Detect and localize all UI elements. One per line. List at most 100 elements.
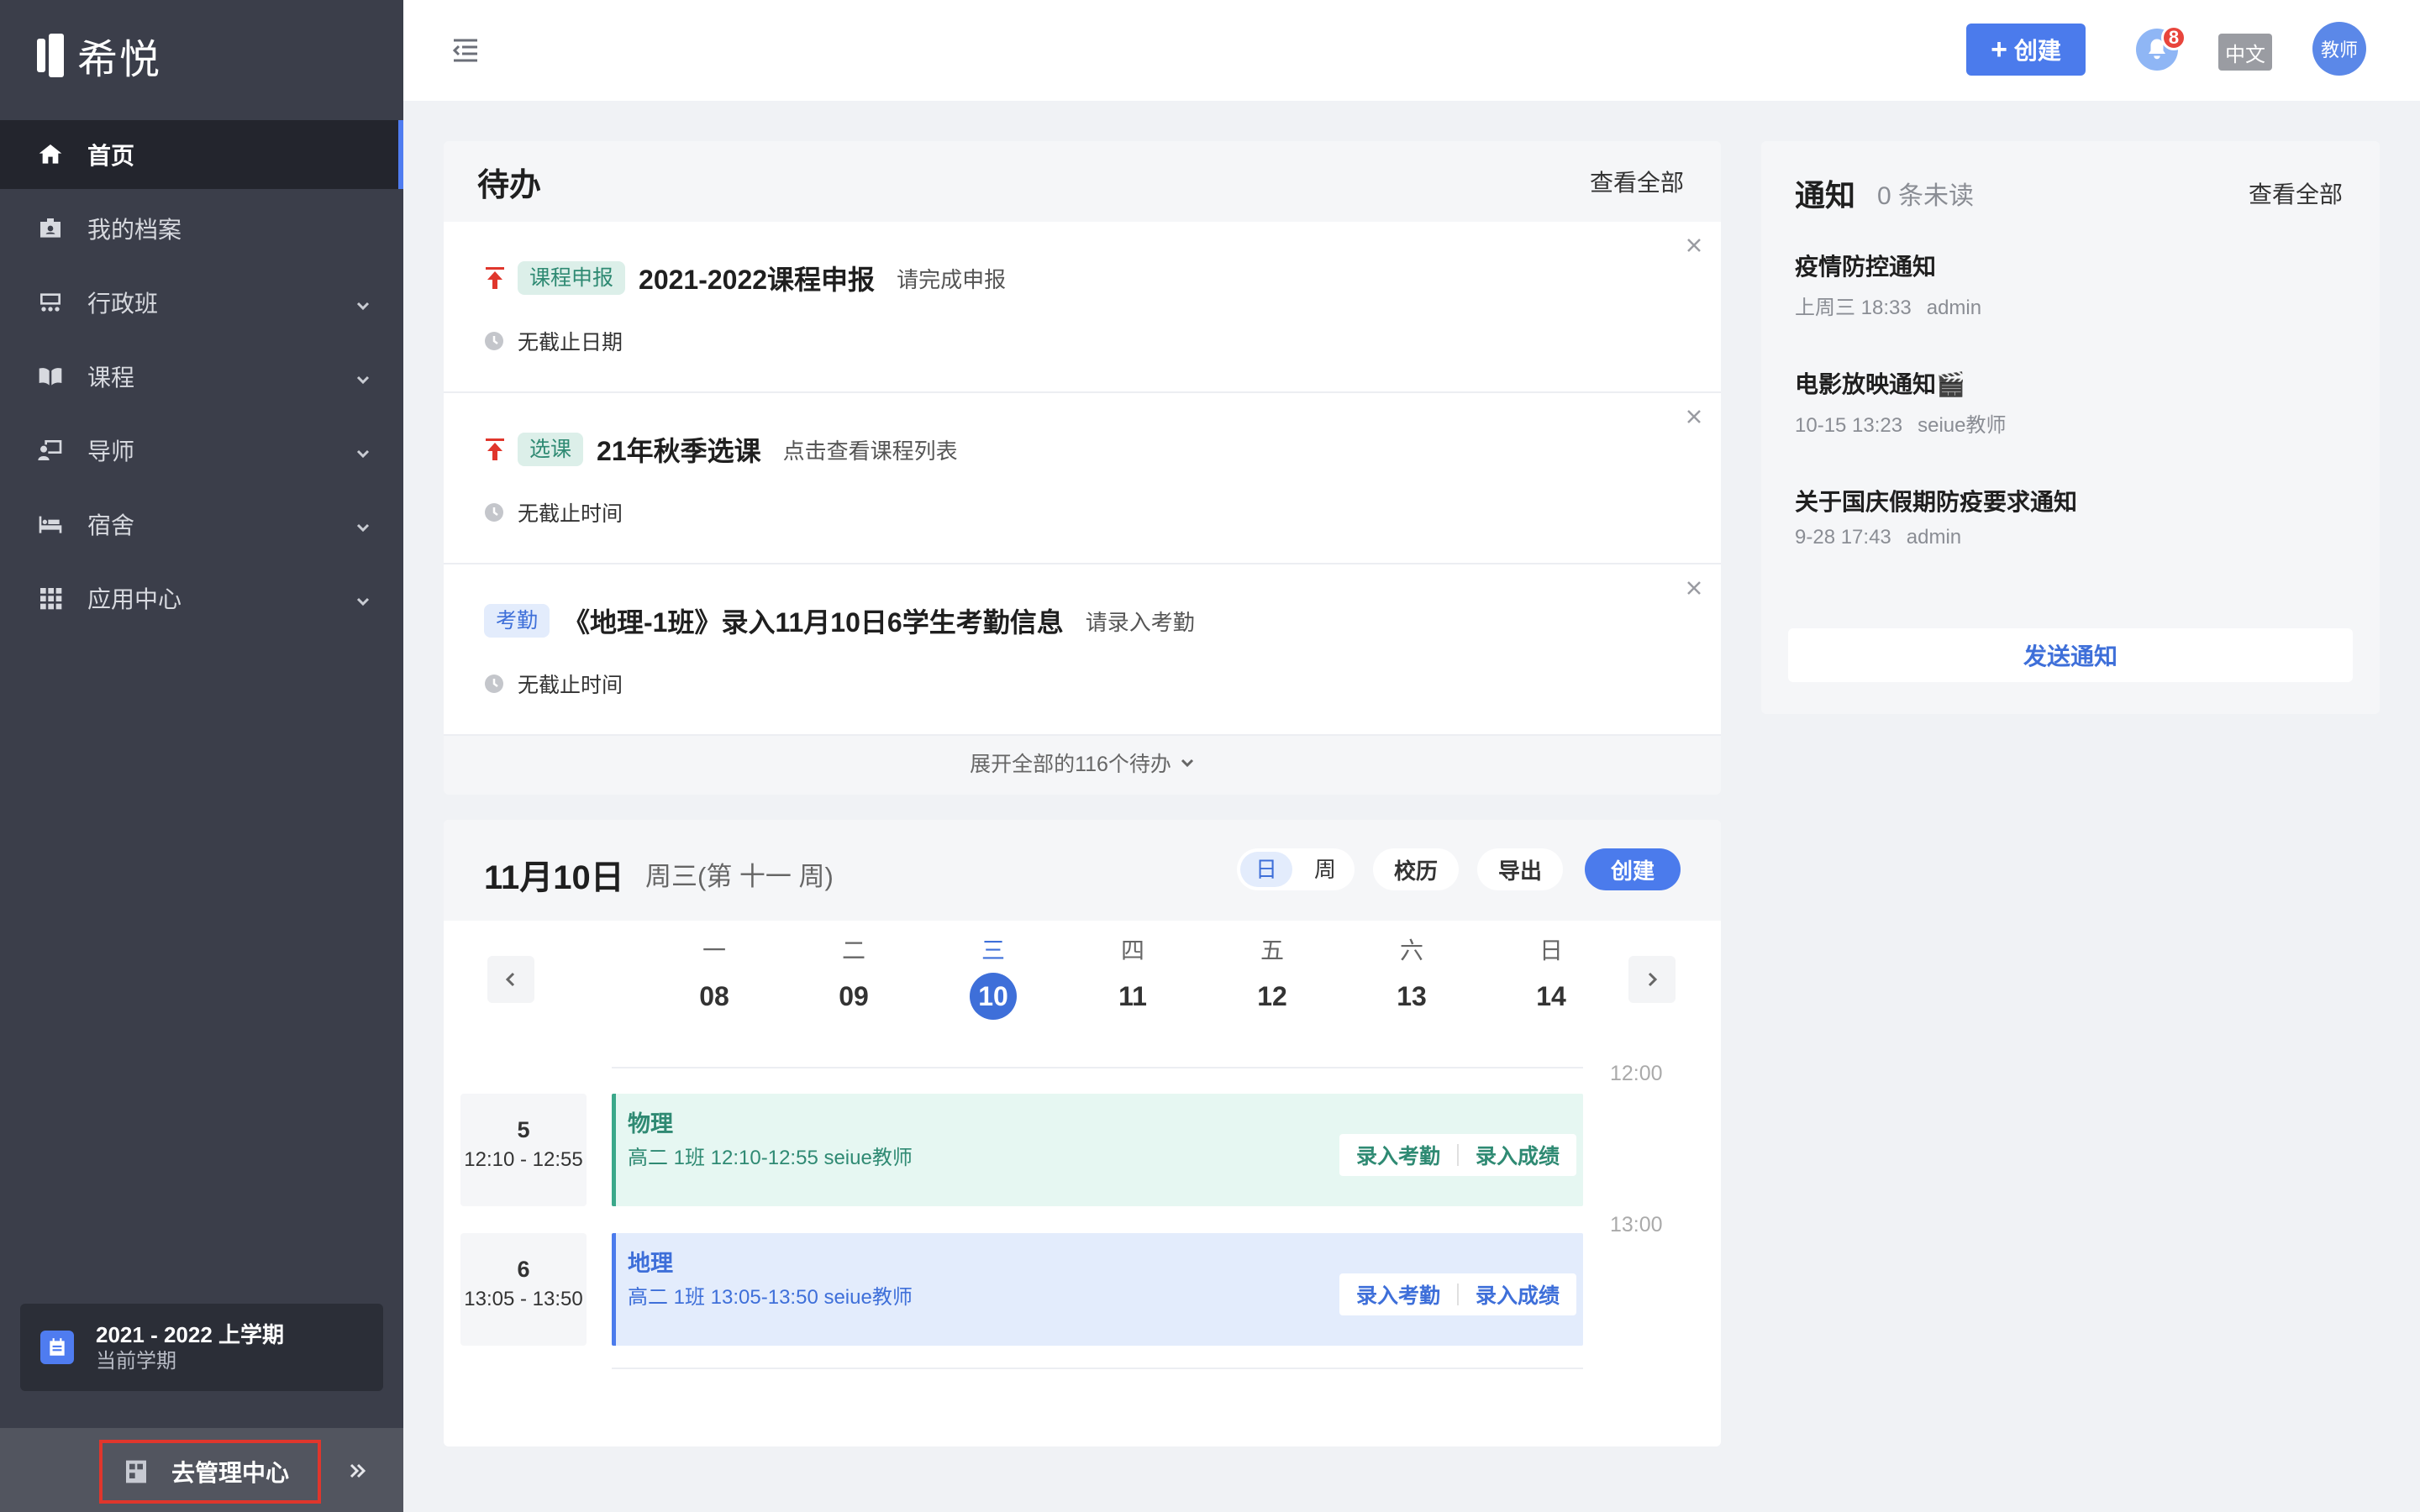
todo-item-title[interactable]: 《地理-1班》录入11月10日6学生考勤信息	[563, 601, 1064, 640]
sidebar-item-label: 应用中心	[87, 586, 182, 612]
menu-fold-icon[interactable]	[450, 35, 481, 66]
user-avatar[interactable]: 教师	[2312, 22, 2366, 76]
day-column-today[interactable]: 三 10	[960, 921, 1027, 1020]
mentor-icon	[37, 437, 64, 464]
notice-item-title[interactable]: 电影放映通知🎬	[1795, 363, 2380, 402]
prev-week-button[interactable]	[487, 956, 534, 1003]
send-notice-button[interactable]: 发送通知	[1788, 628, 2353, 682]
record-attendance-button[interactable]: 录入考勤	[1356, 1140, 1440, 1170]
day-of-week: 六	[1399, 937, 1423, 963]
chevron-down-icon[interactable]	[355, 441, 371, 459]
day-column[interactable]: 一 08	[681, 921, 748, 1020]
high-priority-icon	[484, 437, 506, 462]
record-grades-button[interactable]: 录入成绩	[1476, 1279, 1560, 1310]
view-week-tab[interactable]: 周	[1299, 852, 1351, 887]
notice-item[interactable]: 关于国庆假期防疫要求通知 9-28 17:43 admin	[1761, 480, 2380, 598]
notice-time: 上周三 18:33	[1795, 297, 1912, 319]
lesson-block[interactable]: 物理 高二 1班 12:10-12:55 seiue教师 录入考勤 录入成绩	[612, 1094, 1583, 1206]
todo-item[interactable]: 考勤 《地理-1班》录入11月10日6学生考勤信息 请录入考勤 无截止时间	[444, 564, 1721, 736]
day-column[interactable]: 五 12	[1239, 921, 1306, 1020]
current-term-card[interactable]: 2021 - 2022 上学期 当前学期	[20, 1304, 383, 1391]
period-box: 6 13:05 - 13:50	[460, 1233, 587, 1346]
profile-icon	[37, 215, 64, 242]
chevron-down-icon[interactable]	[355, 367, 371, 385]
school-calendar-button[interactable]: 校历	[1373, 848, 1459, 890]
todo-view-all-link[interactable]: 查看全部	[1590, 165, 1684, 198]
double-chevron-right-icon[interactable]	[345, 1458, 370, 1483]
day-number: 12	[1257, 981, 1287, 1011]
todo-item-hint: 点击查看课程列表	[782, 438, 958, 464]
todo-item-hint: 请完成申报	[897, 266, 1007, 292]
sidebar-item-course[interactable]: 课程	[0, 342, 403, 411]
notice-author: seiue教师	[1918, 414, 2007, 437]
day-of-week: 三	[981, 937, 1005, 963]
sidebar-item-dorm[interactable]: 宿舍	[0, 490, 403, 559]
brand-logo-icon	[37, 34, 66, 77]
sidebar-item-home[interactable]: 首页	[0, 120, 403, 189]
language-switch[interactable]: 中文	[2218, 34, 2272, 71]
notice-item-title[interactable]: 关于国庆假期防疫要求通知	[1795, 480, 2380, 519]
todo-item[interactable]: 选课 21年秋季选课 点击查看课程列表 无截止时间	[444, 393, 1721, 564]
close-icon[interactable]	[1684, 578, 1704, 598]
chevron-down-icon[interactable]	[355, 515, 371, 533]
notice-item[interactable]: 疫情防控通知 上周三 18:33 admin	[1761, 245, 2380, 363]
period-time: 12:10 - 12:55	[464, 1148, 583, 1171]
todo-item-title[interactable]: 2021-2022课程申报	[639, 259, 875, 297]
view-day-tab[interactable]: 日	[1240, 852, 1292, 887]
calendar-header: 11月10日 周三(第 十一 周) 日 周 校历 导出 创建	[444, 820, 1721, 921]
go-admin-center-button[interactable]: 去管理中心	[99, 1440, 321, 1504]
lesson-block[interactable]: 地理 高二 1班 13:05-13:50 seiue教师 录入考勤 录入成绩	[612, 1233, 1583, 1346]
todo-due: 无截止时间	[518, 502, 623, 526]
lesson-actions: 录入考勤 录入成绩	[1339, 1134, 1576, 1176]
close-icon[interactable]	[1684, 235, 1704, 255]
close-icon[interactable]	[1684, 407, 1704, 427]
admin-bar: 去管理中心	[0, 1428, 403, 1512]
notice-time: 10-15 13:23	[1795, 414, 1903, 437]
day-of-week: 五	[1260, 937, 1284, 963]
record-attendance-button[interactable]: 录入考勤	[1356, 1279, 1440, 1310]
calendar-create-button[interactable]: 创建	[1585, 848, 1681, 890]
todo-card: 待办 查看全部 课程申报 2021-2022课程申报 请完成申报 无截止日期 选…	[444, 141, 1721, 795]
notice-item[interactable]: 电影放映通知🎬 10-15 13:23 seiue教师	[1761, 363, 2380, 480]
day-column[interactable]: 日 14	[1518, 921, 1585, 1020]
brand[interactable]: 希悦	[37, 30, 161, 82]
time-label: 12:00	[1610, 1062, 1663, 1085]
period-number: 5	[517, 1117, 530, 1142]
timeline-line	[612, 1067, 1583, 1068]
class-icon	[37, 289, 64, 316]
create-button[interactable]: + 创建	[1966, 24, 2086, 76]
term-subtitle: 当前学期	[96, 1350, 176, 1373]
day-number: 11	[1118, 981, 1147, 1011]
sidebar-item-profile[interactable]: 我的档案	[0, 194, 403, 263]
next-week-button[interactable]	[1628, 956, 1676, 1003]
notice-item-title[interactable]: 疫情防控通知	[1795, 245, 2380, 284]
notice-author: admin	[1906, 526, 1962, 549]
day-of-week: 日	[1539, 937, 1563, 963]
notice-view-all-link[interactable]: 查看全部	[2249, 176, 2343, 210]
chevron-down-icon[interactable]	[355, 293, 371, 311]
todo-item[interactable]: 课程申报 2021-2022课程申报 请完成申报 无截止日期	[444, 222, 1721, 393]
todo-item-title[interactable]: 21年秋季选课	[597, 430, 761, 469]
calendar-icon	[40, 1331, 74, 1364]
day-column[interactable]: 六 13	[1378, 921, 1445, 1020]
export-button[interactable]: 导出	[1477, 848, 1563, 890]
record-grades-button[interactable]: 录入成绩	[1476, 1140, 1560, 1170]
day-number: 14	[1536, 981, 1566, 1011]
chevron-down-icon[interactable]	[355, 589, 371, 606]
sidebar-item-class[interactable]: 行政班	[0, 268, 403, 337]
expand-all-todos-link[interactable]: 展开全部的116个待办	[444, 736, 1721, 790]
day-column[interactable]: 四 11	[1099, 921, 1166, 1020]
lesson-info: 高二 1班 13:05-13:50 seiue教师	[628, 1286, 913, 1309]
admin-center-label: 去管理中心	[171, 1460, 290, 1486]
notification-bell[interactable]: 8	[2136, 25, 2186, 71]
todo-due: 无截止日期	[518, 331, 623, 354]
divider	[1456, 1284, 1459, 1305]
day-column[interactable]: 二 09	[820, 921, 887, 1020]
sidebar-nav: 首页 我的档案 行政班 课程 导师 宿舍 应用中心	[0, 120, 403, 638]
sidebar-item-mentor[interactable]: 导师	[0, 416, 403, 485]
book-icon	[37, 363, 64, 390]
todo-tag: 选课	[518, 433, 584, 466]
lesson-name: 物理	[628, 1111, 673, 1137]
sidebar-item-apps[interactable]: 应用中心	[0, 564, 403, 633]
building-icon	[126, 1460, 146, 1483]
